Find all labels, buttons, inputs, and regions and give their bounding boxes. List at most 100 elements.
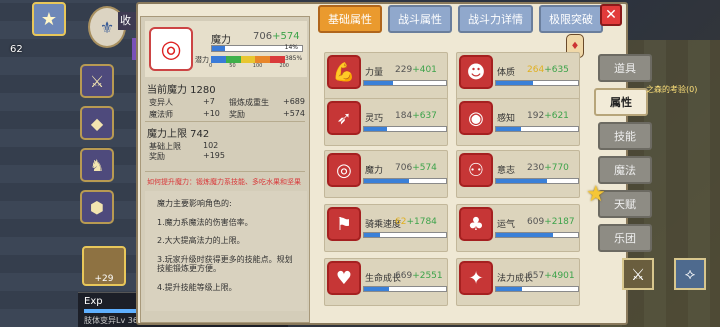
row-mage-key: 魔法师 <box>149 110 173 119</box>
stat-name: 意志 <box>497 166 516 176</box>
divider <box>145 171 305 172</box>
row-cap-reward-val: +195 <box>203 151 225 160</box>
row-reward-key: 奖励 <box>229 110 245 119</box>
mana-bar: 14% <box>211 44 303 52</box>
stat-bar <box>363 286 447 292</box>
row-train-key: 锻炼成重生 <box>229 98 269 107</box>
desc-line: 3.玩家升级时获得更多的技能点。规划技能锻炼更方便。 <box>157 254 293 274</box>
stat-card-strength[interactable]: 💪 力量 229+401 <box>324 52 448 100</box>
row-train-val: +689 <box>283 97 305 106</box>
tab-attributes[interactable]: 属性 <box>594 88 648 116</box>
tab-magic[interactable]: 魔法 <box>598 156 652 184</box>
magic-cap-label: 魔力上限 742 <box>147 129 210 140</box>
detail-header: ◎ 魔力 706+574 14% 潜力 385% 0 50 100 200 <box>145 21 307 77</box>
exp-sub-label: 肢体变异Lv 36 <box>84 316 138 325</box>
mana-growth-icon: ✦ <box>459 261 493 295</box>
player-avatar[interactable]: ★ <box>32 2 66 36</box>
stat-name: 体质 <box>497 68 516 78</box>
tab-skills[interactable]: 技能 <box>598 122 652 150</box>
constitution-icon: ☻ <box>459 55 493 89</box>
hero-slot[interactable]: +29 <box>82 246 126 286</box>
stat-card-luck[interactable]: ♣ 运气 609+2187 <box>456 204 580 252</box>
desc-line: 2.大大提高法力的上限。 <box>157 236 245 246</box>
perception-icon: ◉ <box>459 101 493 135</box>
stat-value: 609+2187 <box>527 217 575 227</box>
stat-value: 62+1784 <box>395 217 437 227</box>
desc-line: 1.魔力系魔法的伤害倍率。 <box>157 217 253 227</box>
attribute-detail-panel: ◎ 魔力 706+574 14% 潜力 385% 0 50 100 200 当前魔力 … <box>140 16 310 323</box>
potential-label: 潜力 <box>195 56 209 64</box>
stat-bar <box>495 286 579 292</box>
life-growth-icon: ♥ <box>327 261 361 295</box>
stat-bar <box>363 80 447 86</box>
magic-icon: ◎ <box>327 153 361 187</box>
riding-speed-icon: ⚑ <box>327 207 361 241</box>
current-magic-label: 当前魔力 1280 <box>147 85 216 96</box>
stat-value: 184+637 <box>395 111 437 121</box>
potential-percent: 385% <box>285 55 303 62</box>
stat-card-will[interactable]: ⚇ 意志 230+770 <box>456 150 580 198</box>
sword-icon[interactable]: ⚔ <box>622 258 654 290</box>
stat-card-magic[interactable]: ◎ 魔力 706+574 <box>324 150 448 198</box>
tab-combat-attributes[interactable]: 战斗属性 <box>388 5 452 33</box>
row-mutant-val: +7 <box>203 97 215 106</box>
row-cap-reward-key: 奖励 <box>149 152 165 161</box>
stat-value: 264+635 <box>527 65 569 75</box>
stat-bar <box>495 178 579 184</box>
row-reward-val: +574 <box>283 109 305 118</box>
tab-limit-break[interactable]: 极限突破 <box>539 5 603 33</box>
agility-icon: ➶ <box>327 101 361 135</box>
player-count: 62 <box>10 44 23 55</box>
description-box: 魔力主要影响角色的: 1.魔力系魔法的伤害倍率。 2.大大提高法力的上限。 3.… <box>145 191 307 311</box>
tab-talent[interactable]: 天赋 <box>598 190 652 218</box>
stat-card-riding-speed[interactable]: ⚑ 骑乘速度 62+1784 <box>324 204 448 252</box>
stat-value: 657+4901 <box>527 271 575 281</box>
detail-name: 魔力 <box>211 35 231 46</box>
top-left-hud: ★ 62 ⚜ <box>0 0 150 62</box>
stat-bar <box>363 232 447 238</box>
stat-bar <box>495 80 579 86</box>
desc-line: 魔力主要影响角色的: <box>157 199 232 208</box>
close-button[interactable]: ✕ <box>600 4 622 26</box>
hero-level: +29 <box>94 274 114 284</box>
stat-name: 灵巧 <box>365 114 384 124</box>
skill-icon[interactable]: ⟡ <box>674 258 706 290</box>
tab-basic-attributes[interactable]: 基础属性 <box>318 5 382 33</box>
stat-card-life-growth[interactable]: ♥ 生命成长 669+2551 <box>324 258 448 306</box>
top-tab-bar: 基础属性 战斗属性 战斗力详情 极限突破 <box>318 5 609 33</box>
row-mutant-key: 变异人 <box>149 98 173 107</box>
stat-card-mana-growth[interactable]: ✦ 法力成长 657+4901 <box>456 258 580 306</box>
equip-slot-2-icon[interactable]: ◆ <box>80 106 114 140</box>
divider <box>145 121 305 122</box>
stat-bar <box>363 126 447 132</box>
stat-bar <box>495 126 579 132</box>
stat-card-agility[interactable]: ➶ 灵巧 184+637 <box>324 98 448 146</box>
luck-icon: ♣ <box>459 207 493 241</box>
equip-slot-1-icon[interactable]: ⚔ <box>80 64 114 98</box>
star-icon[interactable]: ★ <box>586 182 606 207</box>
stat-name: 运气 <box>497 220 516 230</box>
side-tab-bar: 道具 属性 技能 魔法 天赋 乐团 <box>594 54 652 258</box>
desc-line: 4.提升技能等级上限。 <box>157 282 237 292</box>
stat-value: 229+401 <box>395 65 437 75</box>
strength-icon: 💪 <box>327 55 361 89</box>
tab-combat-power-details[interactable]: 战斗力详情 <box>458 5 533 33</box>
stat-card-constitution[interactable]: ☻ 体质 264+635 <box>456 52 580 100</box>
equip-slot-3-icon[interactable]: ♞ <box>80 148 114 182</box>
stat-value: 706+574 <box>395 163 437 173</box>
hint-text: 如何提升魔力：锻炼魔力系技能、多吃水果和坚果 <box>147 178 301 186</box>
stat-value: 669+2551 <box>395 271 443 281</box>
row-base-val: 102 <box>203 141 219 150</box>
tab-items[interactable]: 道具 <box>598 54 652 82</box>
stat-value: 230+770 <box>527 163 569 173</box>
potential-bar <box>211 56 285 63</box>
bottom-right-hud: ⚔ ⟡ <box>612 246 720 326</box>
map-quest-text: 之森的考验(0) <box>646 85 698 94</box>
stat-name: 魔力 <box>365 166 384 176</box>
stat-value: 192+621 <box>527 111 569 121</box>
equip-slot-4-icon[interactable]: ⬢ <box>80 190 114 224</box>
stat-name: 感知 <box>497 114 516 124</box>
stat-bar <box>495 232 579 238</box>
stat-card-perception[interactable]: ◉ 感知 192+621 <box>456 98 580 146</box>
magic-icon: ◎ <box>149 27 193 71</box>
